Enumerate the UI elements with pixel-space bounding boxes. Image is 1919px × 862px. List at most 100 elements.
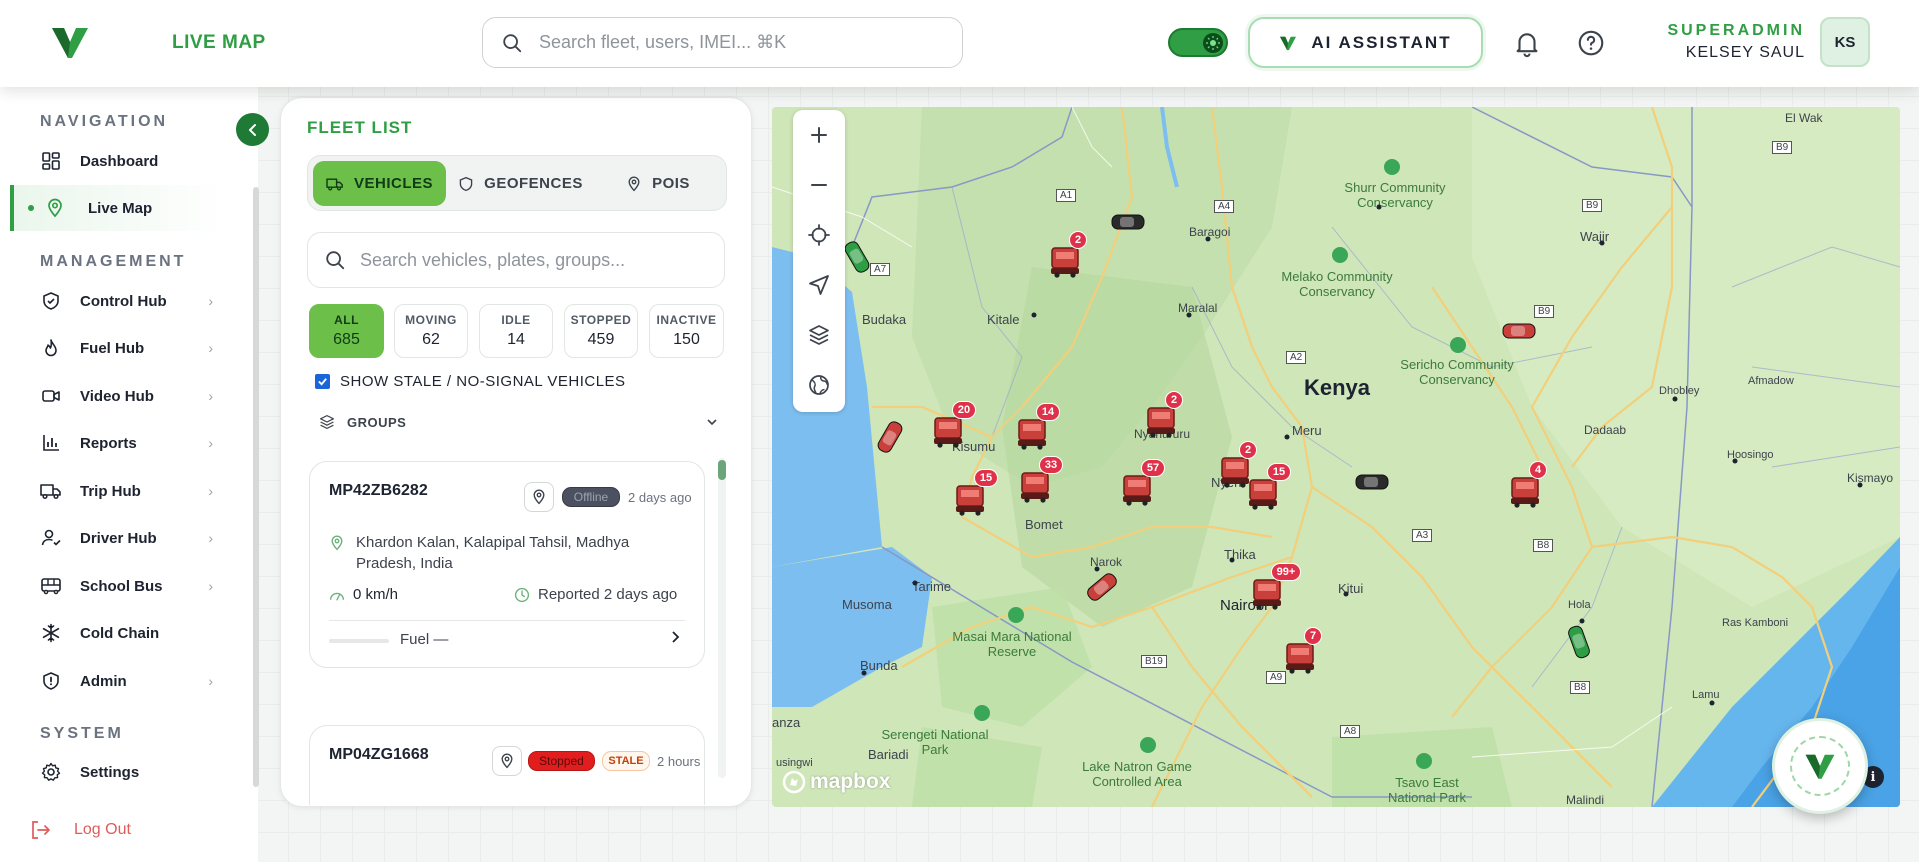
vehicle-cluster-marker[interactable]: 20 [928,401,988,455]
stale-badge: STALE [602,751,650,771]
sidebar-item-dashboard[interactable]: Dashboard [10,141,225,181]
status-filter-all[interactable]: ALL 685 [309,304,384,358]
chevron-right-icon: › [208,483,213,499]
tab-pois[interactable]: POIS [598,161,718,206]
locate-vehicle-button[interactable] [524,482,554,512]
status-filter-inactive[interactable]: INACTIVE 150 [649,304,724,358]
globe-icon [809,375,829,395]
status-badge: Offline [562,487,620,507]
zoom-in-button[interactable] [793,110,845,160]
sidebar-item-reports[interactable]: Reports › [10,423,225,463]
vehicle-marker[interactable] [1561,619,1597,665]
vehicle-marker[interactable] [1108,210,1148,234]
fuel-level: Fuel — [400,631,449,648]
chevron-right-icon: › [208,673,213,689]
mapbox-logo-icon [782,770,806,794]
brand-logo[interactable] [50,24,90,60]
cluster-layer[interactable]: 2 20 14 2 2 15 33 57 15 4 99+ 7 [772,107,1900,807]
locate-vehicle-button[interactable] [492,746,522,776]
cluster-count-badge: 99+ [1271,563,1301,581]
vehicle-cluster-marker[interactable]: 2 [1141,391,1201,445]
sidebar-item-fuel-hub[interactable]: Fuel Hub › [10,328,225,368]
vehicle-marker[interactable] [870,414,911,461]
groups-dropdown[interactable]: GROUPS [319,414,719,430]
fleet-search-input[interactable] [360,249,700,271]
tab-label: GEOFENCES [484,175,583,192]
layers-button[interactable] [793,310,845,360]
chevron-right-icon[interactable] [668,630,682,644]
chevron-left-icon [248,123,256,136]
bell-icon[interactable] [1512,28,1542,58]
live-map[interactable]: Kenya El Wak Wajir Shurr Community Conse… [772,107,1900,807]
sidebar-item-cold-chain[interactable]: Cold Chain [10,613,225,653]
show-stale-checkbox-row[interactable]: SHOW STALE / NO-SIGNAL VEHICLES [315,373,626,390]
global-search-input[interactable] [539,32,919,53]
logout-label: Log Out [74,821,131,838]
global-search[interactable] [482,17,963,68]
section-title-navigation: NAVIGATION [40,113,169,130]
sidebar-item-live-map[interactable]: Live Map [10,185,225,231]
vehicle-cluster-marker[interactable]: 15 [950,469,1010,523]
globe-view-button[interactable] [793,360,845,410]
theme-toggle[interactable] [1168,28,1228,57]
vehicle-cluster-marker[interactable]: 2 [1045,231,1105,285]
brand-mark-icon [1805,754,1835,779]
vehicle-cluster-marker[interactable]: 33 [1015,456,1075,510]
sidebar-item-settings[interactable]: Settings [10,752,225,792]
help-icon[interactable] [1576,28,1606,58]
locate-me-button[interactable] [793,260,845,310]
status-label: INACTIVE [656,313,717,327]
vehicle-marker[interactable] [1079,565,1125,609]
sidebar-scrollbar[interactable] [253,187,259,787]
vehicle-marker[interactable] [1499,319,1539,343]
search-icon [326,251,345,270]
vehicle-cluster-marker[interactable]: 57 [1117,459,1177,513]
vehicle-card[interactable]: MP04ZG1668 Stopped STALE 2 hours [309,725,705,805]
status-filter-stopped[interactable]: STOPPED 459 [564,304,638,358]
list-scroll-thumb[interactable] [718,460,726,480]
status-label: STOPPED [570,313,632,327]
ai-assistant-button[interactable]: AI ASSISTANT [1248,17,1483,68]
status-filter-idle[interactable]: IDLE 14 [479,304,553,358]
tab-vehicles[interactable]: VEHICLES [313,161,446,206]
user-name: KELSEY SAUL [1685,44,1805,61]
sidebar-item-admin[interactable]: Admin › [10,661,225,701]
logout-button[interactable]: Log Out [30,820,131,840]
status-count: 62 [422,331,440,348]
map-pin-icon [501,753,513,769]
sidebar-item-control-hub[interactable]: Control Hub › [10,281,225,321]
recenter-button[interactable] [793,210,845,260]
plus-icon [811,127,827,143]
vehicle-marker[interactable] [1352,470,1392,494]
mapbox-attribution[interactable]: mapbox [782,770,891,794]
sidebar-item-driver-hub[interactable]: Driver Hub › [10,518,225,558]
groups-label: GROUPS [347,414,407,430]
mapbox-text: mapbox [810,770,891,793]
zoom-out-button[interactable] [793,160,845,210]
sidebar-item-trip-hub[interactable]: Trip Hub › [10,471,225,511]
card-divider [329,620,685,621]
vehicle-cluster-marker[interactable]: 99+ [1247,563,1307,617]
list-scroll-track[interactable] [718,458,726,778]
vehicle-card[interactable]: MP42ZB6282 Offline 2 days ago Khardon Ka… [309,461,705,668]
ai-floating-button[interactable] [1772,718,1868,814]
sidebar-item-label: Control Hub [80,292,167,310]
navigation-arrow-icon [809,275,829,295]
sidebar: NAVIGATION Dashboard Live Map MANAGEMENT… [0,87,259,862]
vehicle-cluster-marker[interactable]: 4 [1505,461,1565,515]
sidebar-item-school-bus[interactable]: School Bus › [10,566,225,606]
vehicle-cluster-marker[interactable]: 14 [1012,403,1072,457]
avatar[interactable]: KS [1820,17,1870,67]
tab-geofences[interactable]: GEOFENCES [453,161,588,206]
sidebar-collapse-button[interactable] [236,113,269,146]
vehicle-plate: MP04ZG1668 [329,746,429,763]
cluster-count-badge: 33 [1039,456,1063,474]
vehicle-cluster-marker[interactable]: 7 [1280,627,1340,681]
status-count: 459 [587,331,615,348]
show-stale-checkbox[interactable] [315,374,330,389]
sidebar-item-video-hub[interactable]: Video Hub › [10,376,225,416]
fleet-search[interactable] [307,232,725,288]
status-filter-moving[interactable]: MOVING 62 [394,304,468,358]
status-count: 14 [507,331,525,348]
vehicle-cluster-marker[interactable]: 15 [1243,463,1303,517]
